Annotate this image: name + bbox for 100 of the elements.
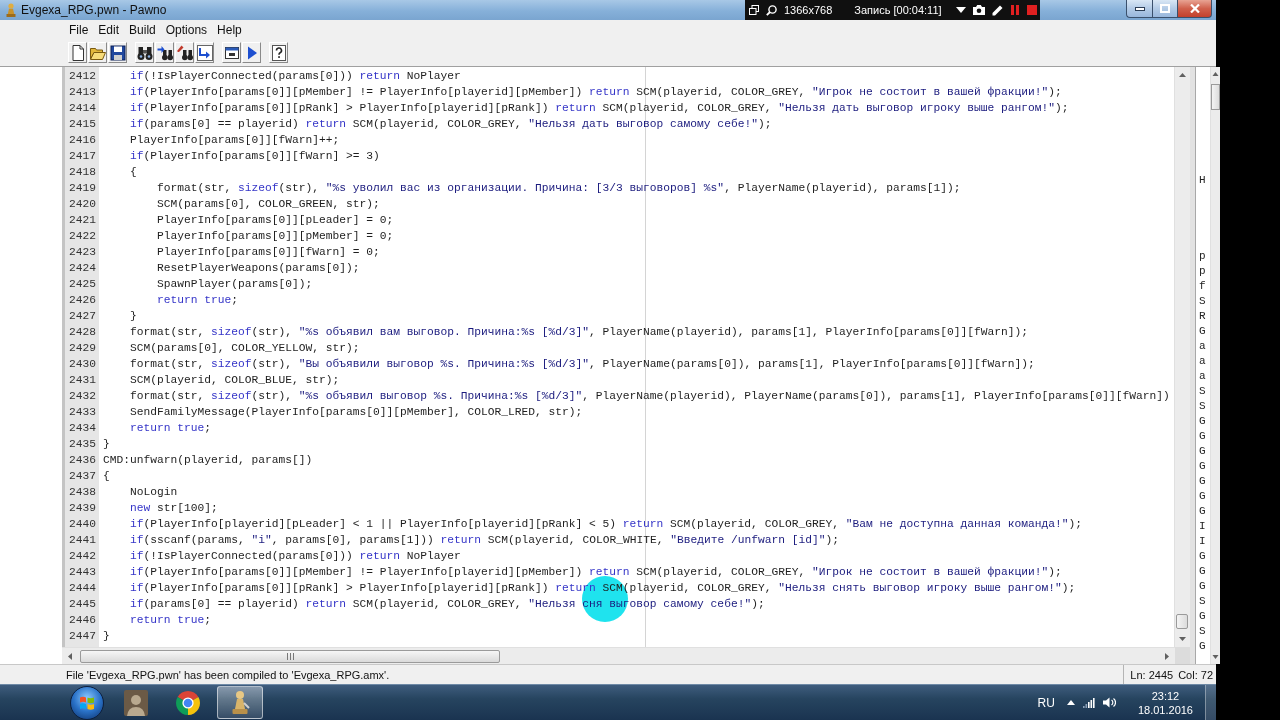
function-list-item[interactable]: S (1199, 624, 1210, 639)
menu-item[interactable]: Edit (93, 22, 125, 37)
scrollbar-thumb[interactable] (1211, 84, 1220, 110)
function-list-item[interactable]: f (1199, 279, 1210, 294)
function-list-item[interactable]: G (1199, 639, 1210, 654)
restore-icon[interactable] (749, 5, 759, 15)
toolbar-button[interactable] (242, 42, 261, 63)
function-list-item[interactable]: S (1199, 384, 1210, 399)
function-list-item[interactable]: G (1199, 609, 1210, 624)
function-list-item[interactable]: G (1199, 489, 1210, 504)
function-list-item[interactable]: R (1199, 309, 1210, 324)
line-number: 2431 (68, 373, 97, 388)
code-line: } (103, 629, 110, 644)
code-line: return true; (130, 421, 212, 436)
maximize-button[interactable] (1152, 0, 1178, 18)
line-number: 2432 (68, 389, 97, 404)
function-list-item[interactable]: p (1199, 249, 1210, 264)
toolbar-button[interactable] (195, 42, 214, 63)
window-title: Evgexa_RPG.pwn - Pawno (21, 3, 167, 17)
close-button[interactable] (1178, 0, 1212, 18)
signal-bars-icon[interactable] (1082, 697, 1095, 708)
function-list-item[interactable]: a (1199, 354, 1210, 369)
line-number: 2421 (68, 213, 97, 228)
start-button[interactable] (70, 685, 104, 720)
function-list-item[interactable]: a (1199, 339, 1210, 354)
pawn-icon (5, 3, 17, 17)
code-line: if(PlayerInfo[params[0]][pMember] != PlayerInfo[playerid][pMember]) return SCM(playerid, COLOR_GREY, "Игрок не состоит в вашей фракции!"); (130, 565, 1062, 580)
function-list-item[interactable]: S (1199, 294, 1210, 309)
code-line: return true; (157, 293, 239, 308)
stop-icon[interactable] (1026, 5, 1037, 15)
code-line: if(PlayerInfo[playerid][pLeader] < 1 || PlayerInfo[playerid][pRank] < 5) return SCM(playerid, COLOR_GREY, "Вам не доступна данная команда!"); (130, 517, 1082, 532)
show-desktop-button[interactable] (1205, 685, 1216, 720)
toolbar-button[interactable] (135, 42, 154, 63)
code-line: ResetPlayerWeapons(params[0]); (157, 261, 360, 276)
code-line: if(PlayerInfo[params[0]][pRank] > PlayerInfo[playerid][pRank]) return SCM(playerid, COLOR_GREY, "Нельзя дать выговор игроку выше рангом!"); (130, 101, 1069, 116)
line-number: 2442 (68, 549, 97, 564)
close-icon (1189, 4, 1200, 13)
line-number: 2440 (68, 517, 97, 532)
function-list-item[interactable]: H (1199, 173, 1210, 188)
code-line: if(sscanf(params, "i", params[0], params[1])) return SCM(playerid, COLOR_WHITE, "Введите /unfwarn [id]"); (130, 533, 839, 548)
language-indicator[interactable]: RU (1037, 695, 1055, 710)
line-number: 2424 (68, 261, 97, 276)
scrollbar-thumb[interactable] (80, 649, 500, 663)
function-list-item[interactable]: G (1199, 414, 1210, 429)
speaker-icon[interactable] (1102, 697, 1116, 708)
toolbar-button[interactable] (269, 42, 288, 63)
toolbar-button[interactable] (88, 42, 107, 63)
code-line: } (130, 309, 137, 324)
menu-item[interactable]: Help (212, 22, 247, 37)
minimize-button[interactable] (1126, 0, 1152, 18)
menu-item[interactable]: Build (124, 22, 161, 37)
camera-icon[interactable] (972, 5, 985, 15)
pencil-icon[interactable] (991, 4, 1003, 16)
toolbar-button[interactable] (68, 42, 87, 63)
function-list-item[interactable]: G (1199, 564, 1210, 579)
line-number: 2447 (68, 629, 97, 644)
line-number: 2436 (68, 453, 97, 468)
grip-icon (286, 652, 294, 660)
pause-icon[interactable] (1009, 5, 1020, 15)
line-number: 2414 (68, 101, 97, 116)
code-line: PlayerInfo[params[0]][pLeader] = 0; (157, 213, 394, 228)
menu-item[interactable]: Options (160, 22, 213, 37)
function-list-item[interactable]: a (1199, 369, 1210, 384)
line-number: 2439 (68, 501, 97, 516)
menu-item[interactable]: File (64, 22, 94, 37)
function-list-item[interactable]: G (1199, 444, 1210, 459)
code-line: SendFamilyMessage(PlayerInfo[params[0]][pMember], COLOR_LRED, str); (130, 405, 583, 420)
line-number: 2445 (68, 597, 97, 612)
function-list-item[interactable]: G (1199, 474, 1210, 489)
chevron-up-icon[interactable] (1066, 700, 1075, 705)
minimize-icon (1134, 6, 1145, 11)
code-line: if(PlayerInfo[params[0]][fWarn] >= 3) (130, 149, 380, 164)
function-list-item[interactable]: S (1199, 399, 1210, 414)
function-list-item[interactable]: I (1199, 534, 1210, 549)
function-list-item[interactable]: G (1199, 324, 1210, 339)
code-line: { (103, 469, 110, 484)
taskbar-button[interactable] (217, 686, 263, 719)
line-number: 2429 (68, 341, 97, 356)
line-number: 2443 (68, 565, 97, 580)
function-list-item[interactable]: G (1199, 504, 1210, 519)
line-number: 2416 (68, 133, 97, 148)
function-list-item[interactable]: G (1199, 429, 1210, 444)
function-list-item[interactable]: I (1199, 519, 1210, 534)
code-line: CMD:unfwarn(playerid, params[]) (103, 453, 313, 468)
flag-icon (79, 694, 95, 711)
toolbar-button[interactable] (222, 42, 241, 63)
caret-icon[interactable] (955, 7, 966, 13)
function-list-item[interactable]: S (1199, 594, 1210, 609)
code-line: PlayerInfo[params[0]][fWarn]++; (130, 133, 340, 148)
scrollbar-thumb[interactable] (1176, 614, 1188, 629)
toolbar-button[interactable] (155, 42, 174, 63)
search-icon[interactable] (766, 4, 777, 16)
code-line: SCM(params[0], COLOR_YELLOW, str); (130, 341, 360, 356)
function-list-item[interactable]: G (1199, 459, 1210, 474)
function-list-item[interactable]: G (1199, 579, 1210, 594)
line-number: 2438 (68, 485, 97, 500)
function-list-item[interactable]: p (1199, 264, 1210, 279)
toolbar-button[interactable] (108, 42, 127, 63)
toolbar-button[interactable] (175, 42, 194, 63)
function-list-item[interactable]: G (1199, 549, 1210, 564)
